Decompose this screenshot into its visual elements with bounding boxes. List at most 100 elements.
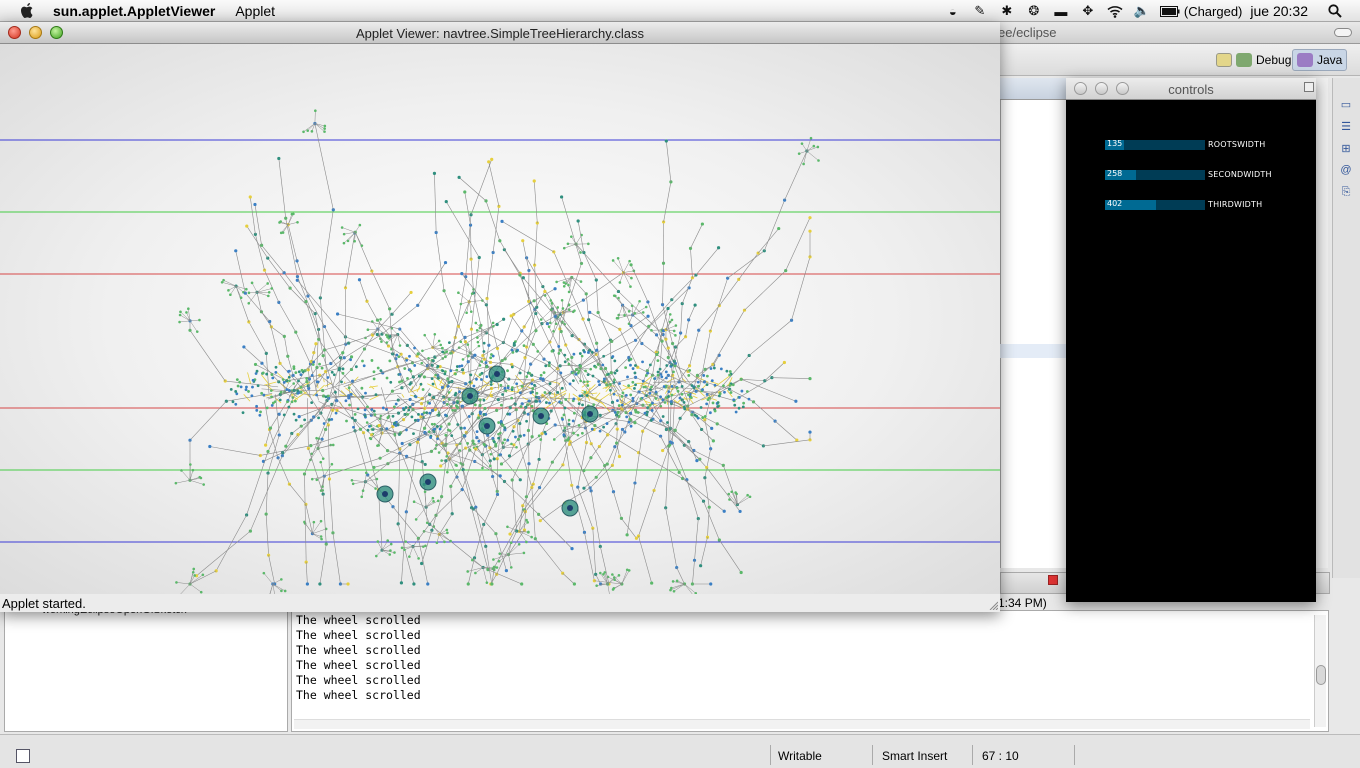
- tree-node: [361, 489, 365, 493]
- tree-node: [385, 376, 389, 380]
- tree-node: [455, 464, 458, 467]
- tree-node: [331, 443, 335, 447]
- tree-node: [385, 427, 389, 431]
- apple-menu-icon[interactable]: [19, 2, 39, 20]
- rootswidth-slider[interactable]: 135: [1105, 139, 1205, 150]
- controls-titlebar[interactable]: controls: [1066, 78, 1316, 100]
- tree-node: [239, 385, 243, 389]
- tree-node: [451, 408, 454, 412]
- tree-node: [458, 449, 462, 452]
- tree-node: [393, 421, 397, 425]
- tree-node: [405, 358, 409, 362]
- tree-node: [474, 321, 478, 325]
- tree-node: [274, 370, 278, 374]
- tree-node: [710, 379, 714, 383]
- outline-icon[interactable]: ☰: [1339, 120, 1353, 134]
- tree-node: [543, 391, 547, 394]
- tree-hierarchy-graph[interactable]: [0, 44, 1000, 594]
- tree-node: [515, 529, 519, 533]
- sync-icon[interactable]: ❂: [1025, 3, 1043, 19]
- battery-status[interactable]: (Charged): [1159, 4, 1242, 19]
- declaration-icon[interactable]: ⎘: [1339, 186, 1353, 200]
- tree-node: [705, 402, 709, 406]
- applet-menu[interactable]: Applet: [235, 3, 275, 19]
- tree-node: [385, 408, 388, 411]
- status-writable: Writable: [778, 749, 822, 763]
- package-explorer-panel[interactable]: [4, 610, 288, 732]
- tree-node: [542, 371, 546, 375]
- tree-node: [650, 409, 654, 412]
- tree-node: [504, 569, 508, 573]
- tree-node: [366, 405, 369, 409]
- tree-node: [244, 388, 248, 392]
- tree-edge: [560, 331, 567, 346]
- terminate-icon[interactable]: [1048, 575, 1058, 585]
- tree-node: [342, 232, 346, 236]
- script-icon[interactable]: ✎: [971, 3, 989, 19]
- console-output[interactable]: The wheel scrolled The wheel scrolled Th…: [291, 610, 1329, 732]
- tree-node: [669, 400, 673, 403]
- tree-node: [487, 160, 491, 164]
- tree-edge: [371, 270, 390, 309]
- tree-edge: [373, 451, 432, 468]
- volume-icon[interactable]: 🔈: [1133, 3, 1151, 19]
- tree-node: [287, 389, 291, 392]
- tree-node: [482, 350, 486, 353]
- console-horizontal-scrollbar[interactable]: [294, 719, 1310, 729]
- tree-node: [584, 369, 587, 373]
- tree-visualization-canvas[interactable]: [0, 44, 1000, 594]
- applet-window-title: Applet Viewer: navtree.SimpleTreeHierarc…: [355, 26, 645, 41]
- tree-node: [360, 495, 364, 499]
- javadoc-at-icon[interactable]: @: [1339, 164, 1353, 178]
- tree-node: [611, 259, 615, 262]
- tree-edge: [554, 316, 590, 351]
- editor-vertical-scrollbar[interactable]: [1314, 78, 1328, 568]
- tree-node: [296, 389, 300, 393]
- bluetooth-icon[interactable]: ✱: [998, 3, 1016, 19]
- display-icon[interactable]: ▬: [1052, 3, 1070, 19]
- tree-node: [664, 139, 668, 143]
- editor-area[interactable]: [1000, 78, 1066, 568]
- wifi-icon[interactable]: [1106, 3, 1124, 19]
- menubar-clock[interactable]: jue 20:32: [1250, 3, 1308, 19]
- resize-grip-icon[interactable]: [988, 600, 998, 610]
- tree-node: [247, 291, 251, 295]
- tree-node: [559, 401, 563, 405]
- tree-edge: [589, 392, 598, 395]
- hierarchy-icon[interactable]: ⊞: [1339, 142, 1353, 156]
- tree-node: [625, 533, 629, 537]
- toolbar-toggle-button[interactable]: [1334, 28, 1352, 37]
- secondwidth-slider[interactable]: 258: [1105, 169, 1205, 180]
- tree-node: [510, 386, 514, 389]
- console-scroll-thumb[interactable]: [1316, 665, 1326, 685]
- tree-edge: [209, 446, 261, 456]
- perspective-debug-button[interactable]: Debug: [1232, 49, 1295, 71]
- fast-view-icon[interactable]: [16, 749, 30, 763]
- tree-edge: [391, 292, 412, 315]
- time-machine-icon[interactable]: ◒: [944, 3, 962, 19]
- tree-edge: [450, 464, 463, 487]
- thirdwidth-slider[interactable]: 402: [1105, 199, 1205, 210]
- console-vertical-scrollbar[interactable]: [1314, 615, 1326, 727]
- app-menu[interactable]: sun.applet.AppletViewer: [53, 3, 215, 19]
- applet-titlebar[interactable]: Applet Viewer: navtree.SimpleTreeHierarc…: [0, 22, 1000, 44]
- tree-hub-core: [382, 491, 388, 497]
- tree-node: [682, 405, 686, 409]
- tree-edge: [263, 399, 270, 430]
- move-icon[interactable]: ✥: [1079, 3, 1097, 19]
- tree-edge: [415, 507, 427, 520]
- perspective-java-button[interactable]: Java: [1292, 49, 1348, 71]
- tree-node: [618, 281, 622, 284]
- tree-node: [525, 518, 528, 522]
- spotlight-search-icon[interactable]: [1326, 3, 1344, 19]
- tree-node: [472, 384, 476, 388]
- tree-node: [269, 389, 273, 392]
- tree-node: [421, 388, 425, 391]
- tree-node: [436, 437, 439, 441]
- controls-toolbar-toggle[interactable]: [1304, 82, 1314, 92]
- tree-edge: [265, 427, 271, 446]
- tree-node: [689, 396, 693, 399]
- editor-tab-bar[interactable]: [1000, 78, 1066, 100]
- restore-icon[interactable]: ▭: [1339, 98, 1353, 112]
- java-icon: [1297, 53, 1313, 67]
